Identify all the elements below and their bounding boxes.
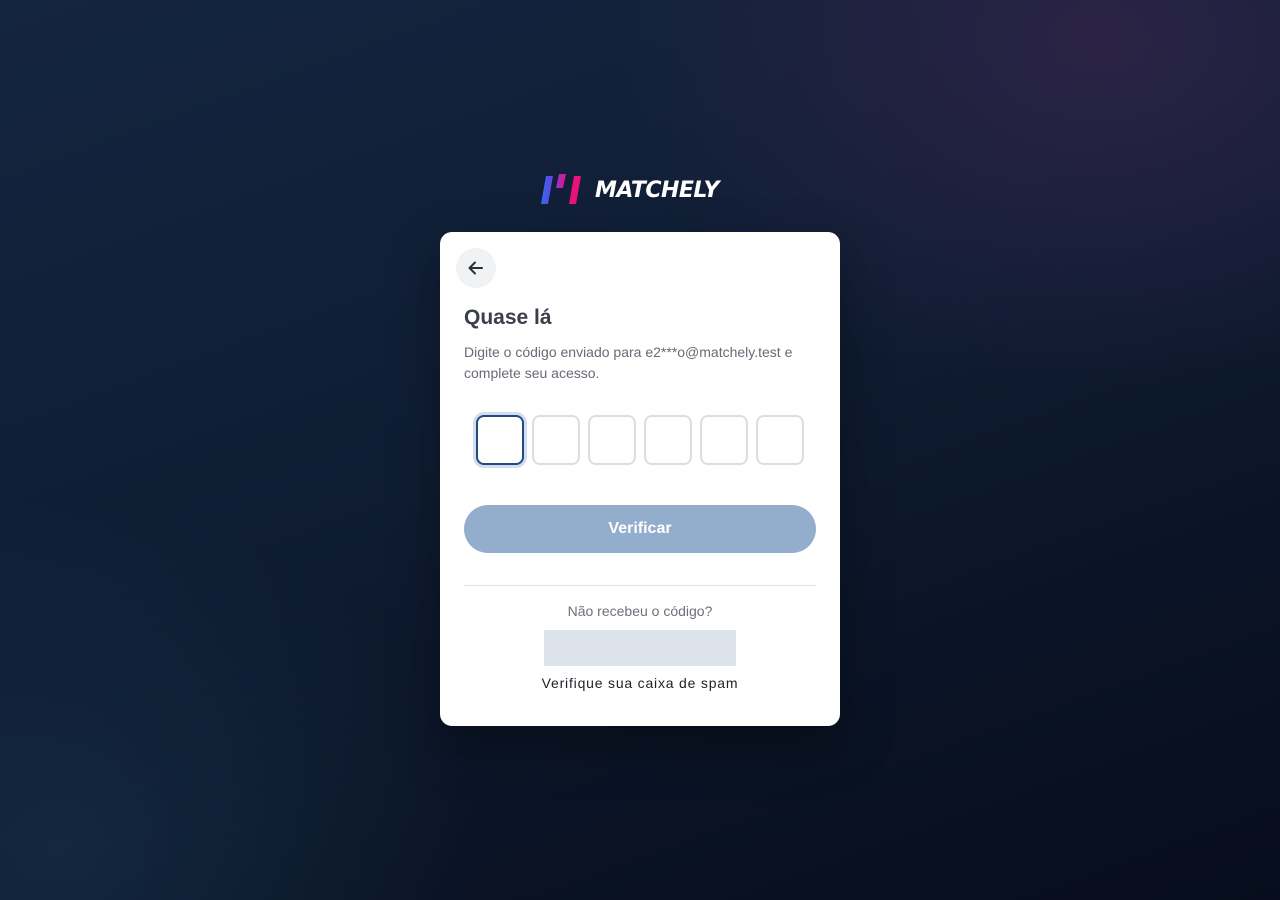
arrow-left-icon [468, 261, 483, 275]
otp-digit-3[interactable] [588, 415, 636, 465]
otp-digit-1[interactable] [476, 415, 524, 465]
spam-hint: Verifique sua caixa de spam [541, 675, 739, 691]
otp-digit-4[interactable] [644, 415, 692, 465]
verification-card: Quase lá Digite o código enviado para e2… [440, 232, 840, 726]
otp-digit-6[interactable] [756, 415, 804, 465]
page-title: Quase lá [464, 306, 552, 329]
brand-logo: MATCHELY [541, 174, 719, 206]
otp-digit-5[interactable] [700, 415, 748, 465]
resend-question: Não recebeu o código? [567, 603, 713, 619]
divider [464, 585, 816, 586]
verify-button[interactable]: Verificar [464, 505, 816, 553]
back-button[interactable] [456, 248, 496, 288]
otp-input-group [476, 415, 804, 465]
otp-digit-2[interactable] [532, 415, 580, 465]
instructions-text: Digite o código enviado para e2***o@matc… [464, 344, 793, 381]
brand-name: MATCHELY [595, 177, 719, 203]
matchely-logo-mark-icon [541, 174, 581, 204]
resend-code-placeholder [544, 630, 736, 666]
